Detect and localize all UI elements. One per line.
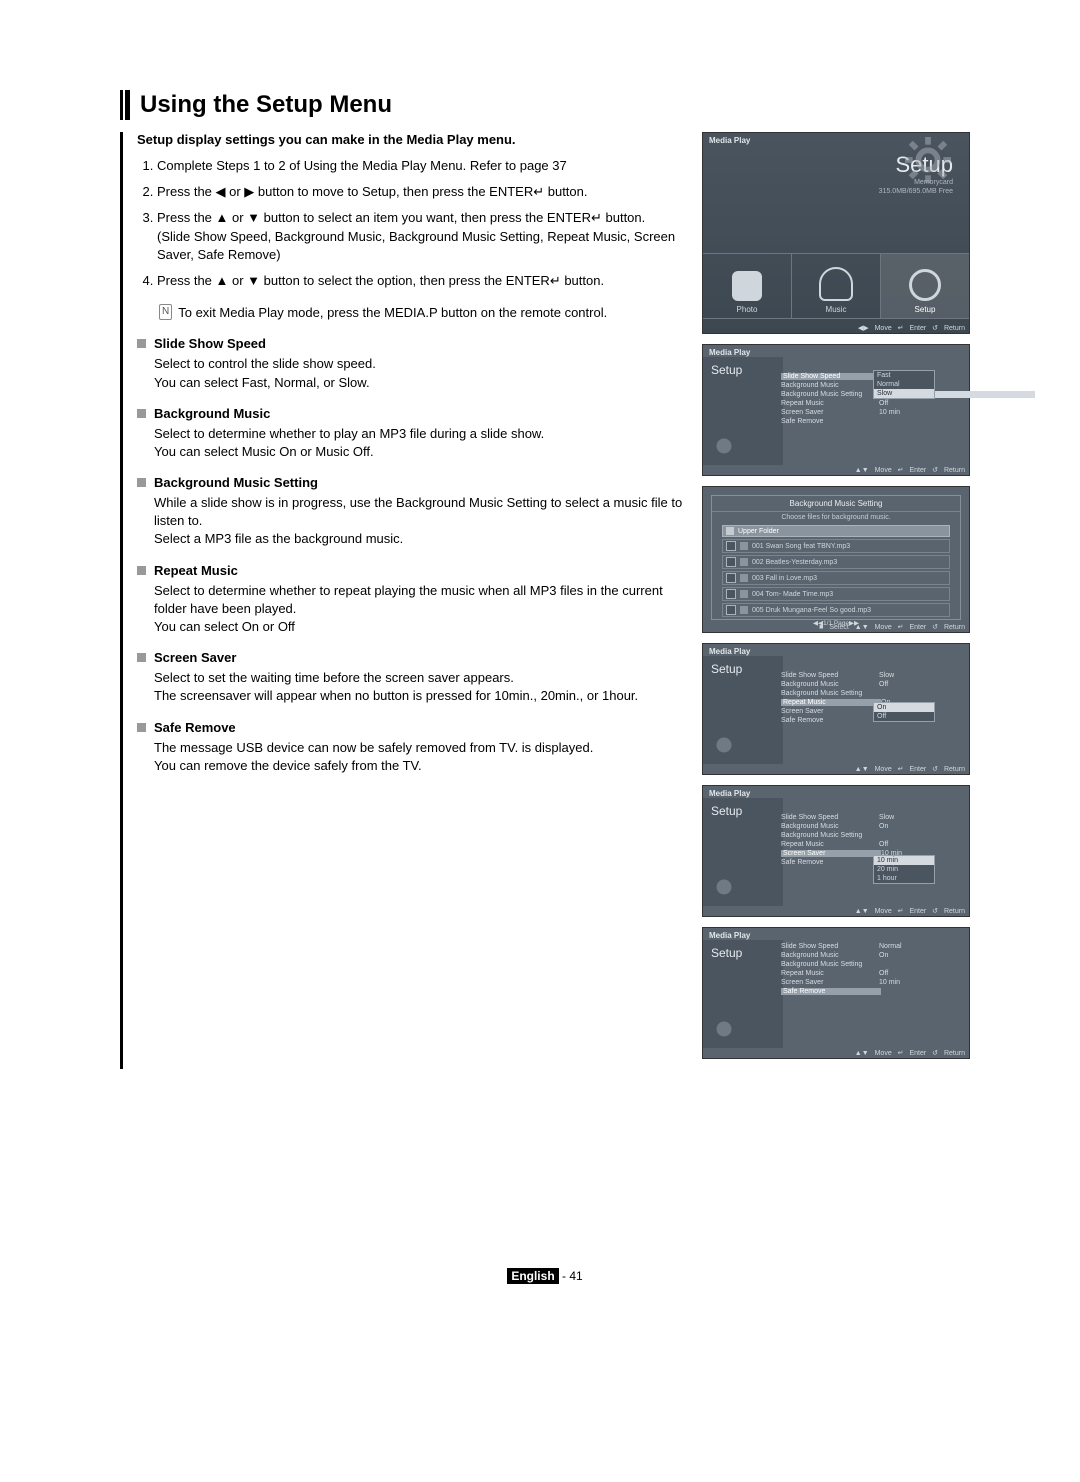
- submenu-item[interactable]: 1 hour: [874, 874, 934, 883]
- submenu-item[interactable]: On: [874, 703, 934, 712]
- submenu-item[interactable]: Fast: [874, 371, 934, 380]
- setup-row[interactable]: Slide Show SpeedSlow: [775, 813, 1041, 822]
- gear-icon: [709, 872, 739, 902]
- section-body: The message USB device can now be safely…: [154, 739, 684, 775]
- screenshots-column: Media Play Setup Memorycard 315.0MB/695.…: [702, 132, 970, 1069]
- section-title: Safe Remove: [154, 720, 236, 735]
- intro-text: Setup display settings you can make in t…: [137, 132, 684, 147]
- section-title: Repeat Music: [154, 563, 238, 578]
- step-4: Press the ▲ or ▼ button to select the op…: [157, 272, 684, 290]
- file-row[interactable]: 001 Swan Song feat TBNY.mp3: [722, 539, 950, 553]
- bullet-icon: [137, 339, 146, 348]
- upper-folder-row[interactable]: Upper Folder: [722, 525, 950, 537]
- setup-row[interactable]: Background Music Setting: [775, 689, 1041, 698]
- setup-row[interactable]: Background Music Setting: [775, 831, 1041, 840]
- checkbox-icon[interactable]: [726, 573, 736, 583]
- bullet-icon: [137, 409, 146, 418]
- tv-screen-main-setup: Media Play Setup Memorycard 315.0MB/695.…: [702, 132, 970, 334]
- music-file-icon: [740, 606, 748, 614]
- checkbox-icon[interactable]: [726, 557, 736, 567]
- instructions-column: Setup display settings you can make in t…: [120, 132, 684, 1069]
- tv-screen-repeat-music: Media Play Setup Slide Show SpeedSlowBac…: [702, 643, 970, 775]
- tv-screen-bg-music-setting: Background Music Setting Choose files fo…: [702, 486, 970, 633]
- setup-row[interactable]: Repeat MusicOff: [775, 840, 1041, 849]
- setup-row[interactable]: Repeat MusicOff: [775, 399, 1041, 408]
- section-body: Select to determine whether to play an M…: [154, 425, 684, 461]
- file-row[interactable]: 004 Tom- Made Time.mp3: [722, 587, 950, 601]
- checkbox-icon[interactable]: [726, 589, 736, 599]
- photo-icon: [732, 271, 762, 301]
- headphones-icon: [819, 267, 853, 301]
- setup-row[interactable]: Background MusicOn: [775, 822, 1041, 831]
- page-footer: English - 41: [120, 1269, 970, 1283]
- bullet-icon: [137, 723, 146, 732]
- setup-row[interactable]: Safe Remove: [775, 417, 1041, 426]
- step-3: Press the ▲ or ▼ button to select an ite…: [157, 209, 684, 264]
- submenu-item[interactable]: Normal: [874, 380, 934, 389]
- panel-subtitle: Choose files for background music.: [712, 512, 960, 525]
- bullet-icon: [137, 653, 146, 662]
- file-row[interactable]: 002 Beatles-Yesterday.mp3: [722, 555, 950, 569]
- file-row[interactable]: 003 Fall in Love.mp3: [722, 571, 950, 585]
- gear-icon: [909, 269, 941, 301]
- page-title: Using the Setup Menu: [140, 91, 392, 119]
- submenu-item[interactable]: 20 min: [874, 865, 934, 874]
- tv-screen-slide-show-speed: Media Play Setup Slide Show SpeedFastBac…: [702, 344, 970, 476]
- tab-photo[interactable]: Photo: [703, 254, 792, 318]
- step-1: Complete Steps 1 to 2 of Using the Media…: [157, 157, 684, 175]
- steps-list: Complete Steps 1 to 2 of Using the Media…: [137, 157, 684, 290]
- tab-setup[interactable]: Setup: [881, 254, 969, 318]
- setup-row[interactable]: Background MusicOn: [775, 951, 969, 960]
- music-file-icon: [740, 590, 748, 598]
- music-file-icon: [740, 542, 748, 550]
- gear-icon: [709, 431, 739, 461]
- section-title: Background Music: [154, 406, 270, 421]
- section-body: Select to control the slide show speed. …: [154, 355, 684, 391]
- setup-row[interactable]: Slide Show SpeedNormal: [775, 942, 969, 951]
- setup-row[interactable]: Safe Remove: [775, 987, 969, 996]
- step-2: Press the ◀ or ▶ button to move to Setup…: [157, 183, 684, 201]
- section-body: While a slide show is in progress, use t…: [154, 494, 684, 549]
- music-file-icon: [740, 574, 748, 582]
- gear-icon: [709, 730, 739, 760]
- bullet-icon: [137, 478, 146, 487]
- file-row[interactable]: 005 Druk Mungana-Feel So good.mp3: [722, 603, 950, 617]
- submenu[interactable]: OnOff: [873, 702, 935, 722]
- folder-up-icon: [726, 527, 734, 535]
- setup-row[interactable]: Screen Saver10 min: [775, 978, 969, 987]
- tab-music[interactable]: Music: [792, 254, 881, 318]
- note-icon: N: [159, 304, 172, 320]
- submenu[interactable]: FastNormalSlow: [873, 370, 935, 399]
- submenu-item[interactable]: Slow: [874, 389, 934, 398]
- checkbox-icon[interactable]: [726, 541, 736, 551]
- section-title: Slide Show Speed: [154, 336, 266, 351]
- section-body: Select to determine whether to repeat pl…: [154, 582, 684, 637]
- setup-row[interactable]: Slide Show SpeedSlow: [775, 671, 1041, 680]
- setup-row[interactable]: Background MusicOff: [775, 680, 1041, 689]
- note-text: To exit Media Play mode, press the MEDIA…: [178, 304, 607, 322]
- submenu-item[interactable]: Off: [874, 712, 934, 721]
- setup-row[interactable]: Repeat MusicOff: [775, 969, 969, 978]
- section-title: Screen Saver: [154, 650, 236, 665]
- gear-icon: [905, 137, 951, 183]
- tv-screen-safe-remove: Media Play Setup Slide Show SpeedNormalB…: [702, 927, 970, 1059]
- panel-title: Background Music Setting: [712, 496, 960, 512]
- setup-row[interactable]: Screen Saver10 min: [775, 408, 1041, 417]
- submenu-item[interactable]: 10 min: [874, 856, 934, 865]
- section-body: Select to set the waiting time before th…: [154, 669, 684, 705]
- title-accent-bars: [120, 90, 130, 120]
- music-file-icon: [740, 558, 748, 566]
- checkbox-icon[interactable]: [726, 605, 736, 615]
- section-title: Background Music Setting: [154, 475, 318, 490]
- gear-icon: [709, 1014, 739, 1044]
- submenu[interactable]: 10 min20 min1 hour: [873, 855, 935, 884]
- tv-screen-screen-saver: Media Play Setup Slide Show SpeedSlowBac…: [702, 785, 970, 917]
- setup-row[interactable]: Background Music Setting: [775, 960, 969, 969]
- bullet-icon: [137, 566, 146, 575]
